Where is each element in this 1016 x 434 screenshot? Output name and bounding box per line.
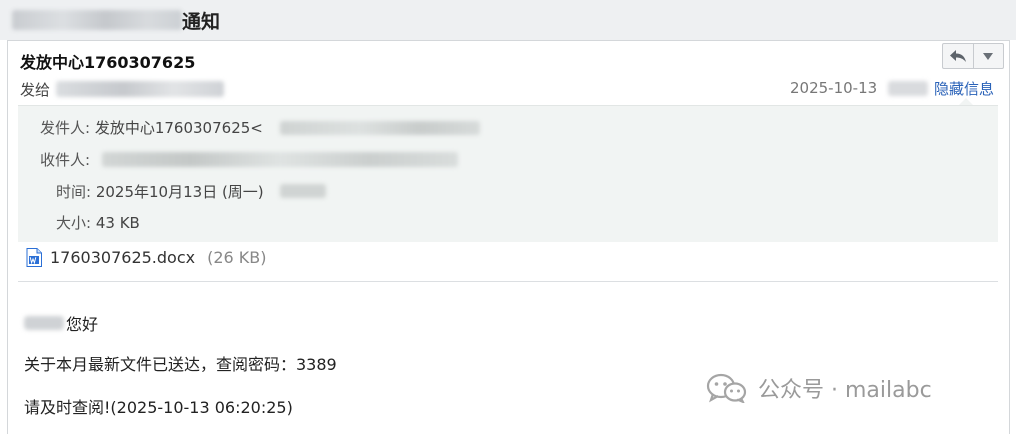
word-document-icon: [26, 248, 42, 267]
message-time-redacted: [888, 81, 928, 96]
reply-button[interactable]: [943, 44, 973, 68]
to-value-redacted: [102, 152, 458, 167]
message-date: 2025-10-13: [790, 79, 878, 97]
details-panel: 发件人: 发放中心1760307625< 收件人: 时间: 2025年10月13…: [18, 105, 998, 242]
attachment-size: (26 KB): [207, 248, 267, 267]
hide-details-link[interactable]: 隐藏信息: [934, 78, 994, 99]
from-label: 发件人:: [40, 119, 91, 137]
body-line-1: 关于本月最新文件已送达，查阅密码：3389: [24, 355, 337, 374]
time-row: 时间: 2025年10月13日 (周一): [56, 181, 264, 202]
to-summary-redacted: [56, 81, 224, 97]
more-button[interactable]: [972, 44, 1004, 68]
subject-redacted: [12, 10, 182, 30]
recipient-name-redacted: [24, 316, 64, 330]
time-value: 2025年10月13日 (周一): [95, 183, 264, 201]
reply-icon: [949, 50, 966, 62]
to-summary-label: 发给: [20, 81, 51, 99]
message-title: 发放中心1760307625: [20, 53, 196, 72]
watermark: 公众号 · mailabc: [706, 372, 932, 404]
greeting-text: 您好: [66, 315, 99, 334]
header-divider: [18, 281, 998, 282]
time-redacted: [280, 184, 326, 198]
to-label: 收件人:: [40, 151, 91, 169]
time-label: 时间:: [56, 183, 92, 201]
attachment-name[interactable]: 1760307625.docx: [50, 248, 195, 267]
size-value: 43 KB: [95, 214, 140, 232]
from-value[interactable]: 发放中心1760307625<: [95, 119, 263, 137]
size-row: 大小: 43 KB: [56, 212, 140, 233]
subject-bar: 通知: [0, 0, 1016, 40]
body-line-2: 请及时查阅!(2025-10-13 06:20:25): [24, 398, 293, 417]
watermark-text: 公众号 · mailabc: [758, 378, 932, 403]
attachment-row[interactable]: 1760307625.docx (26 KB): [26, 248, 267, 267]
subject-title: 通知: [182, 11, 221, 33]
from-row: 发件人: 发放中心1760307625<: [40, 117, 263, 138]
message-actions: [942, 43, 1004, 69]
wechat-icon: [706, 373, 747, 403]
to-row: 收件人:: [40, 149, 90, 170]
chevron-down-icon: [983, 52, 994, 60]
from-email-redacted: [280, 121, 480, 135]
size-label: 大小:: [56, 214, 92, 232]
